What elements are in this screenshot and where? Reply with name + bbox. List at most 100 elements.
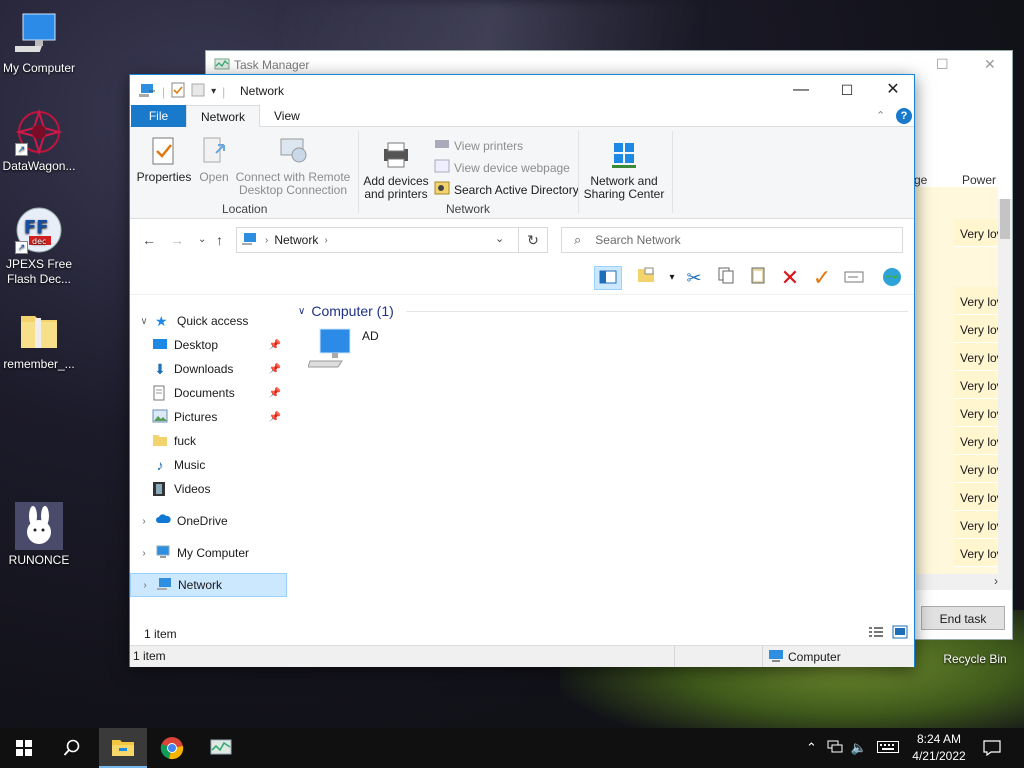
- view-printers-button[interactable]: View printers: [434, 137, 523, 154]
- nav-desktop[interactable]: Desktop 📌: [130, 333, 287, 357]
- new-folder-icon[interactable]: [632, 266, 660, 290]
- taskbar-task-manager[interactable]: [197, 728, 245, 768]
- minimize-button[interactable]: —: [778, 75, 824, 105]
- network-group-label: Network: [446, 202, 491, 216]
- breadcrumb-chevron-icon[interactable]: ›: [265, 235, 268, 246]
- address-field[interactable]: › Network › ⌄: [236, 227, 548, 253]
- network-location-icon: [241, 232, 259, 249]
- pin-icon[interactable]: 📌: [269, 412, 281, 423]
- tm-scroll-thumb[interactable]: [1000, 199, 1010, 239]
- expanded-chevron-icon[interactable]: ∨: [137, 316, 151, 327]
- nav-label: Videos: [174, 482, 211, 496]
- file-explorer-window[interactable]: | ▾ | Network — ☐ ✕ File Network View ⌃ …: [129, 74, 915, 667]
- action-center-button[interactable]: [968, 728, 1016, 768]
- network-sharing-center-button[interactable]: Network and Sharing Center: [582, 139, 666, 201]
- up-arrow-icon[interactable]: ↑: [216, 232, 223, 248]
- taskbar-chrome[interactable]: [148, 728, 196, 768]
- search-input[interactable]: [595, 233, 876, 247]
- search-active-directory-button[interactable]: Search Active Directory: [434, 181, 579, 198]
- collapsed-chevron-icon[interactable]: ›: [138, 580, 152, 591]
- delete-icon[interactable]: ✕: [776, 266, 804, 290]
- desktop-icon-jpexs[interactable]: FF dec ↗ JPEXS Free Flash Dec...: [0, 206, 78, 287]
- desktop-icon-remember[interactable]: remember_...: [0, 306, 78, 372]
- search-box[interactable]: ⌕: [561, 227, 903, 253]
- desktop-icon-my-computer[interactable]: My Computer: [0, 10, 78, 76]
- content-area[interactable]: ∨ Computer (1) AD: [294, 295, 914, 615]
- add-devices-button[interactable]: Add devices and printers: [362, 139, 430, 201]
- pin-icon[interactable]: 📌: [269, 388, 281, 399]
- start-button[interactable]: [0, 728, 48, 768]
- desktop-icon-recycle-bin[interactable]: Recycle Bin: [936, 652, 1014, 667]
- paste-icon[interactable]: [744, 266, 772, 290]
- item-name: AD: [362, 329, 379, 343]
- show-hidden-icons-icon[interactable]: ⌃: [806, 740, 817, 756]
- refresh-button[interactable]: ↻: [518, 227, 548, 253]
- nav-quick-access[interactable]: ∨ ★ Quick access: [130, 309, 287, 333]
- address-dropdown-icon[interactable]: ⌄: [495, 232, 504, 245]
- download-arrow-icon: ⬇: [154, 361, 166, 377]
- new-folder-qat-icon[interactable]: [191, 82, 205, 101]
- nav-my-computer[interactable]: › My Computer: [130, 541, 287, 565]
- nav-videos[interactable]: Videos: [130, 477, 287, 501]
- tm-close-button[interactable]: ✕: [984, 56, 996, 73]
- collapse-ribbon-icon[interactable]: ⌃: [876, 109, 885, 122]
- ribbon-separator: [358, 131, 359, 213]
- nav-documents[interactable]: Documents 📌: [130, 381, 287, 405]
- forward-arrow-icon[interactable]: →: [170, 232, 184, 248]
- explorer-titlebar[interactable]: | ▾ | Network — ☐ ✕: [130, 75, 914, 105]
- bottom-item-count: 1 item: [133, 649, 166, 663]
- connect-remote-desktop-button[interactable]: Connect with Remote Desktop Connection: [234, 135, 352, 197]
- open-button[interactable]: Open: [196, 135, 232, 184]
- group-header-computer[interactable]: ∨ Computer (1): [298, 303, 908, 319]
- close-button[interactable]: ✕: [870, 75, 916, 105]
- globe-icon[interactable]: [878, 266, 906, 290]
- nav-pictures[interactable]: Pictures 📌: [130, 405, 287, 429]
- address-bar-row: ← → ⌄ ↑ › Network › ⌄ ↻ ⌕: [130, 219, 914, 261]
- rename-icon[interactable]: [840, 266, 868, 290]
- view-device-webpage-button[interactable]: View device webpage: [434, 159, 570, 176]
- cloud-icon: [155, 513, 171, 529]
- nav-music[interactable]: ♪ Music: [130, 453, 287, 477]
- pin-icon[interactable]: 📌: [269, 340, 281, 351]
- details-view-icon[interactable]: [868, 625, 884, 642]
- maximize-button[interactable]: ☐: [824, 75, 870, 105]
- qat-dropdown-icon[interactable]: ▾: [211, 86, 216, 97]
- properties-qat-icon[interactable]: [171, 82, 185, 101]
- nav-downloads[interactable]: ⬇ Downloads 📌: [130, 357, 287, 381]
- breadcrumb-chevron-icon[interactable]: ›: [324, 235, 327, 246]
- nav-folder-fuck[interactable]: fuck: [130, 429, 287, 453]
- nav-onedrive[interactable]: › OneDrive: [130, 509, 287, 533]
- network-item-ad[interactable]: AD: [307, 327, 388, 377]
- tm-maximize-button[interactable]: ☐: [936, 56, 949, 73]
- tab-view[interactable]: View: [260, 105, 314, 127]
- end-task-button[interactable]: End task: [921, 606, 1005, 630]
- large-icons-view-icon[interactable]: [892, 625, 908, 642]
- breadcrumb-network[interactable]: Network: [274, 233, 318, 247]
- help-icon[interactable]: ?: [896, 108, 912, 124]
- tab-network[interactable]: Network: [186, 105, 260, 127]
- tm-horizontal-scrollbar[interactable]: ›: [916, 574, 1012, 590]
- tab-file[interactable]: File: [131, 105, 186, 127]
- volume-icon[interactable]: 🔈: [851, 740, 867, 756]
- network-tray-icon[interactable]: [827, 740, 843, 757]
- recent-locations-icon[interactable]: ⌄: [198, 234, 206, 245]
- tm-scroll-right-icon[interactable]: ›: [994, 574, 998, 588]
- cut-icon[interactable]: ✂: [680, 266, 708, 290]
- tm-vertical-scrollbar[interactable]: [998, 199, 1012, 589]
- preview-pane-icon[interactable]: [594, 266, 622, 290]
- taskbar-file-explorer[interactable]: [99, 728, 147, 768]
- copy-icon[interactable]: [712, 266, 740, 290]
- keyboard-icon[interactable]: [877, 740, 900, 756]
- nav-network[interactable]: › Network: [130, 573, 287, 597]
- pin-icon[interactable]: 📌: [269, 364, 281, 375]
- collapsed-chevron-icon[interactable]: ›: [137, 516, 151, 527]
- clock[interactable]: 8:24 AM 4/21/2022: [904, 731, 974, 765]
- collapsed-chevron-icon[interactable]: ›: [137, 548, 151, 559]
- group-collapse-icon[interactable]: ∨: [298, 306, 305, 317]
- properties-button[interactable]: Properties: [136, 135, 192, 184]
- desktop-icon-datawagon[interactable]: ↗ DataWagon...: [0, 108, 78, 174]
- desktop-icon-runonce[interactable]: RUNONCE: [0, 502, 78, 568]
- checkmark-icon[interactable]: ✓: [808, 266, 836, 290]
- back-arrow-icon[interactable]: ←: [142, 232, 156, 248]
- search-button[interactable]: [48, 728, 96, 768]
